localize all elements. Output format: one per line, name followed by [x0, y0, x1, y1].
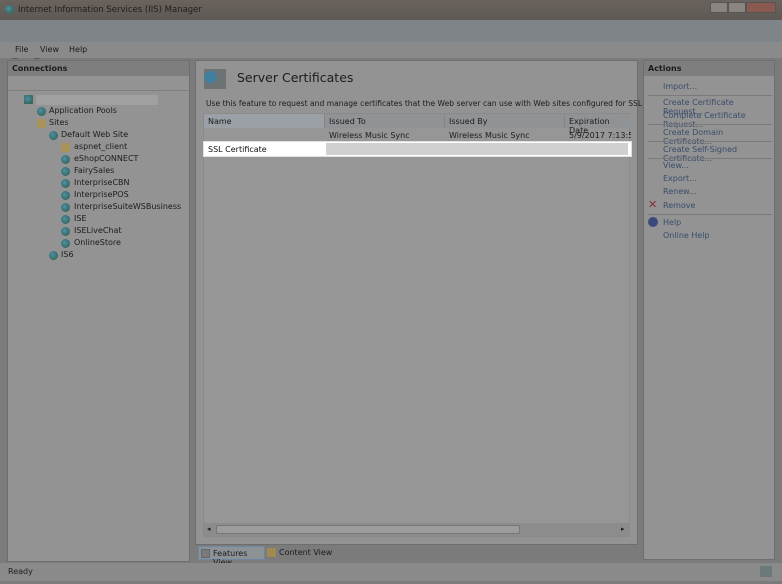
divider — [648, 158, 772, 159]
help-icon — [648, 217, 658, 227]
page-title: Server Certificates — [237, 70, 354, 85]
column-header-issued-to[interactable]: Issued To — [325, 114, 445, 128]
page-description: Use this feature to request and manage c… — [206, 99, 645, 108]
app-icon — [61, 203, 70, 212]
editing-row: SSL Certificate — [203, 141, 632, 157]
app-icon — [61, 215, 70, 224]
tree-item-eshopconnect[interactable]: eShopCONNECT — [74, 154, 138, 163]
scrollbar-thumb[interactable] — [216, 525, 520, 534]
certificates-table: Name Issued To Issued By Expiration Date… — [203, 113, 632, 537]
window-title: Internet Information Services (IIS) Mana… — [18, 5, 202, 15]
action-view[interactable]: View... — [663, 161, 689, 170]
row-placeholder — [326, 143, 628, 155]
connection-status-icon — [760, 566, 772, 577]
divider — [648, 95, 772, 96]
globe-icon — [49, 131, 58, 140]
tab-content-view[interactable]: Content View — [266, 546, 336, 560]
tree-item-default-web-site[interactable]: Default Web Site — [61, 130, 128, 139]
tree-item-interprisepos[interactable]: InterprisePOS — [74, 190, 129, 199]
app-icon — [61, 239, 70, 248]
cell-issued-to: Wireless Music Sync — [329, 131, 410, 140]
server-icon — [24, 95, 33, 104]
content-view-label: Content View — [279, 548, 333, 557]
action-remove[interactable]: Remove — [663, 201, 695, 210]
app-icon — [61, 179, 70, 188]
actions-panel: Actions Import... Create Certificate Req… — [643, 60, 775, 560]
connections-header: Connections — [8, 61, 189, 76]
remove-icon: ✕ — [648, 198, 658, 211]
action-import[interactable]: Import... — [663, 82, 697, 91]
action-create-domain-certificate[interactable]: Create Domain Certificate... — [663, 128, 774, 146]
tab-features-view[interactable]: Features View — [198, 546, 265, 567]
menu-bar: File View Help — [0, 42, 782, 58]
cell-expiration-date: 5/9/2017 7:13:58 I — [569, 131, 631, 140]
features-view-icon — [201, 549, 210, 558]
scroll-left-icon[interactable]: ◂ — [207, 525, 211, 533]
server-node[interactable] — [36, 95, 158, 105]
action-help[interactable]: Help — [663, 218, 681, 227]
action-online-help[interactable]: Online Help — [663, 231, 710, 240]
title-bar: Internet Information Services (IIS) Mana… — [0, 0, 782, 20]
tree-item-interprisesuitewsbusiness[interactable]: InterpriseSuiteWSBusiness — [74, 202, 181, 211]
app-icon — [61, 167, 70, 176]
certificate-name-input[interactable]: SSL Certificate — [208, 145, 267, 154]
scroll-right-icon[interactable]: ▸ — [621, 525, 625, 533]
table-row[interactable]: Wireless Music Sync Wireless Music Sync … — [204, 128, 631, 142]
tree-item-fairysales[interactable]: FairySales — [74, 166, 114, 175]
iis-app-icon — [5, 5, 14, 14]
app-pools-icon — [37, 107, 46, 116]
divider — [648, 141, 772, 142]
app-icon — [61, 155, 70, 164]
server-certificates-icon — [204, 69, 226, 89]
action-export[interactable]: Export... — [663, 174, 697, 183]
close-button[interactable] — [746, 2, 776, 13]
action-complete-certificate-request[interactable]: Complete Certificate Request... — [663, 111, 774, 129]
maximize-button[interactable] — [728, 2, 746, 13]
minimize-button[interactable] — [710, 2, 728, 13]
tree-item-application-pools[interactable]: Application Pools — [49, 106, 117, 115]
divider — [648, 124, 772, 125]
action-renew[interactable]: Renew... — [663, 187, 697, 196]
tree-item-sites[interactable]: Sites — [49, 118, 69, 127]
tree-item-ise[interactable]: ISE — [74, 214, 87, 223]
tree-item-iselivechat[interactable]: ISELiveChat — [74, 226, 122, 235]
column-header-expiration-date[interactable]: Expiration Date — [565, 114, 631, 135]
sites-icon — [37, 119, 46, 128]
cell-issued-by: Wireless Music Sync — [449, 131, 530, 140]
menu-file[interactable]: File — [15, 45, 28, 54]
divider — [648, 214, 772, 215]
menu-help[interactable]: Help — [69, 45, 87, 54]
globe-icon — [49, 251, 58, 260]
column-header-issued-by[interactable]: Issued By — [445, 114, 565, 128]
column-header-name[interactable]: Name — [204, 114, 325, 128]
horizontal-scrollbar[interactable]: ◂ ▸ — [204, 523, 629, 536]
connections-panel: Connections Application Pools Sites Defa… — [7, 60, 190, 562]
status-bar: Ready — [0, 563, 782, 581]
tree-item-interprisecbn[interactable]: InterpriseCBN — [74, 178, 130, 187]
actions-header: Actions — [644, 61, 774, 76]
app-icon — [61, 227, 70, 236]
tree-item-aspnet-client[interactable]: aspnet_client — [74, 142, 127, 151]
tree-item-onlinestore[interactable]: OnlineStore — [74, 238, 121, 247]
address-bar — [0, 20, 782, 59]
tree-item-is6[interactable]: IS6 — [61, 250, 74, 259]
folder-icon — [61, 143, 70, 152]
content-view-icon — [267, 548, 276, 557]
menu-view[interactable]: View — [40, 45, 59, 54]
connections-toolbar — [8, 76, 189, 91]
status-text: Ready — [8, 567, 33, 576]
app-icon — [61, 191, 70, 200]
